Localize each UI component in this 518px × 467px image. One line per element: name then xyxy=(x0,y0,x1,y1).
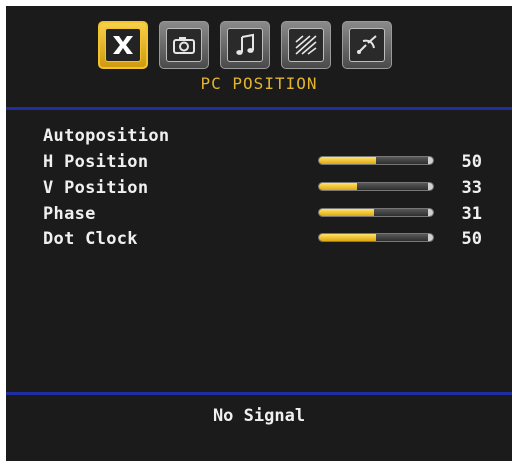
menu-tabs xyxy=(98,21,392,69)
slider-fill xyxy=(319,209,374,216)
menu-item-label: Dot Clock xyxy=(43,229,138,249)
menu-item-label: H Position xyxy=(43,152,149,172)
phase-slider[interactable] xyxy=(318,208,434,217)
phase-value: 31 xyxy=(461,204,482,224)
menu-item-v-position[interactable]: V Position xyxy=(43,178,148,198)
menu-item-label: V Position xyxy=(43,178,149,198)
page-title: PC POSITION xyxy=(200,74,318,93)
h-position-value: 50 xyxy=(461,152,482,172)
menu-item-label: Phase xyxy=(43,204,96,224)
menu-item-label: Autoposition xyxy=(43,126,170,146)
menu-item-h-position[interactable]: H Position xyxy=(43,152,148,172)
slider-end-cap xyxy=(428,183,433,190)
tab-settings[interactable] xyxy=(98,21,148,69)
tab-picture[interactable] xyxy=(159,21,209,69)
slider-fill xyxy=(319,234,376,241)
status-message: No Signal xyxy=(212,406,306,426)
h-position-slider[interactable] xyxy=(318,156,434,165)
dot-clock-value: 50 xyxy=(461,229,482,249)
menu-item-dot-clock[interactable]: Dot Clock xyxy=(43,229,138,249)
v-position-slider[interactable] xyxy=(318,182,434,191)
settings-icon xyxy=(105,28,141,62)
slider-end-cap xyxy=(428,157,433,164)
tab-install[interactable] xyxy=(342,21,392,69)
satellite-dish-icon xyxy=(349,28,385,62)
tab-features[interactable] xyxy=(281,21,331,69)
header-divider xyxy=(6,107,512,110)
slider-fill xyxy=(319,157,376,164)
slider-end-cap xyxy=(428,209,433,216)
footer-divider xyxy=(6,392,512,395)
menu-item-phase[interactable]: Phase xyxy=(43,204,96,224)
slider-end-cap xyxy=(428,234,433,241)
dot-clock-slider[interactable] xyxy=(318,233,434,242)
camera-icon xyxy=(166,28,202,62)
v-position-value: 33 xyxy=(461,178,482,198)
slider-fill xyxy=(319,183,357,190)
osd-menu-panel: PC POSITION Autoposition H Position 50 V… xyxy=(6,6,512,461)
tab-sound[interactable] xyxy=(220,21,270,69)
menu-item-autoposition[interactable]: Autoposition xyxy=(43,126,169,146)
picture-lines-icon xyxy=(288,28,324,62)
music-note-icon xyxy=(227,28,263,62)
